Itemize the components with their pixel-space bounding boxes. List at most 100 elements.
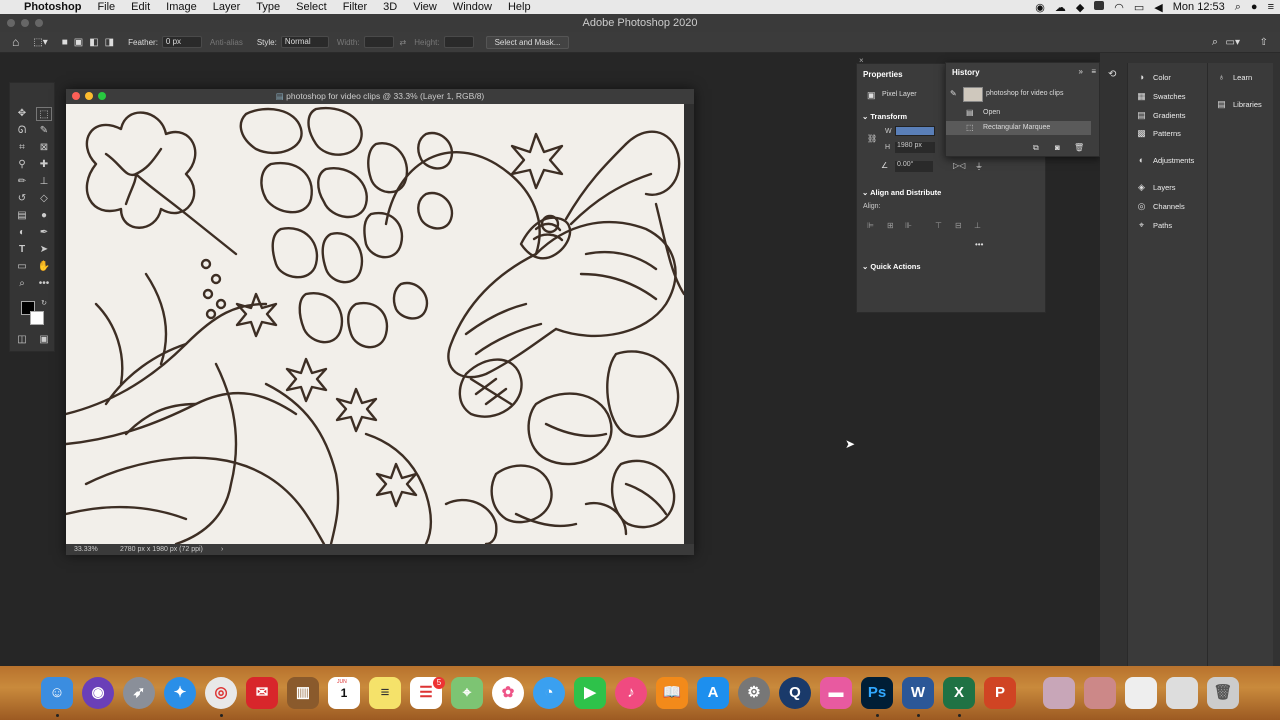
paths-panel-item[interactable]: ⌖ Paths <box>1136 220 1172 230</box>
align-section-toggle[interactable]: ⌄ Align and Distribute <box>862 188 941 197</box>
clock[interactable]: Mon 12:53 <box>1173 1 1225 13</box>
app-store-icon[interactable]: A <box>697 677 729 709</box>
notebook-icon[interactable]: ▥ <box>287 677 319 709</box>
rectangle-tool-icon[interactable]: ▭ <box>14 260 30 274</box>
blur-tool-icon[interactable]: ● <box>36 209 52 223</box>
share-icon[interactable]: ⇧ <box>1260 37 1268 48</box>
more-tools-icon[interactable]: ••• <box>36 277 52 291</box>
path-selection-tool-icon[interactable]: ➤ <box>36 243 52 257</box>
notes-icon[interactable]: ≡ <box>369 677 401 709</box>
close-window-icon[interactable] <box>7 19 15 27</box>
launchpad-icon[interactable]: ➶ <box>123 677 155 709</box>
folder-icon[interactable]: ▬ <box>820 677 852 709</box>
menu-filter[interactable]: Filter <box>335 1 375 13</box>
zoom-doc-icon[interactable] <box>98 92 106 100</box>
facetime-icon[interactable]: ▶ <box>574 677 606 709</box>
link-dimensions-icon[interactable]: ⛓ <box>867 134 877 143</box>
dropbox-icon[interactable]: ◆ <box>1076 1 1084 14</box>
layers-panel-item[interactable]: ◈ Layers <box>1136 182 1175 192</box>
safari-icon[interactable]: ✦ <box>164 677 196 709</box>
panel-collapse-icon[interactable]: » <box>1079 67 1083 76</box>
minimize-window-icon[interactable] <box>21 19 29 27</box>
photoshop-app-icon[interactable]: Ps <box>861 677 893 709</box>
height-input[interactable] <box>443 36 474 48</box>
volume-icon[interactable]: ◀ <box>1154 1 1162 14</box>
zoom-level[interactable]: 33.33% <box>74 544 98 555</box>
zoom-tool-icon[interactable]: ⌕ <box>14 277 30 291</box>
close-doc-icon[interactable] <box>72 92 80 100</box>
history-brush-tool-icon[interactable]: ↺ <box>14 192 30 206</box>
rectangular-marquee-tool-icon[interactable]: ⬚ <box>36 107 52 121</box>
siri-icon[interactable]: ◉ <box>82 677 114 709</box>
quick-actions-toggle[interactable]: ⌄ Quick Actions <box>862 262 921 271</box>
width-field[interactable] <box>895 126 935 136</box>
user-icon[interactable]: ● <box>1251 1 1258 13</box>
properties-tab[interactable]: Properties <box>863 70 903 79</box>
learn-panel-item[interactable]: ♁ Learn <box>1216 72 1252 82</box>
home-icon[interactable]: ⌂ <box>12 35 19 49</box>
menu-help[interactable]: Help <box>500 1 539 13</box>
menu-image[interactable]: Image <box>158 1 205 13</box>
search-icon[interactable]: ⌕ <box>1212 36 1218 49</box>
background-color-swatch[interactable] <box>30 311 44 325</box>
mail-icon[interactable]: ✉ <box>246 677 278 709</box>
adjustments-panel-item[interactable]: ◐ Adjustments <box>1136 155 1195 165</box>
recent-file-3-icon[interactable] <box>1125 677 1157 709</box>
align-middle-v-icon[interactable]: ⊟ <box>955 221 962 230</box>
battery-icon[interactable] <box>1094 1 1105 13</box>
new-snapshot-icon[interactable]: ◙ <box>1055 143 1060 152</box>
powerpoint-icon[interactable]: P <box>984 677 1016 709</box>
healing-brush-tool-icon[interactable]: ✚ <box>36 158 52 172</box>
lasso-tool-icon[interactable]: ᘏ <box>14 124 30 138</box>
menu-edit[interactable]: Edit <box>123 1 158 13</box>
menu-type[interactable]: Type <box>248 1 288 13</box>
flip-vertical-icon[interactable]: ⏚ <box>975 161 983 172</box>
books-icon[interactable]: 📖 <box>656 677 688 709</box>
wifi-icon[interactable]: ◠ <box>1114 1 1124 14</box>
transform-section-toggle[interactable]: ⌄ Transform <box>862 112 907 121</box>
color-panel-item[interactable]: ◑ Color <box>1136 72 1171 82</box>
flip-horizontal-icon[interactable]: ▷◁ <box>953 161 965 170</box>
delete-state-icon[interactable]: 🗑 <box>1074 143 1084 152</box>
align-top-icon[interactable]: ⊤ <box>935 221 942 230</box>
antialias-checkbox[interactable]: Anti-alias <box>210 38 243 47</box>
swap-colors-icon[interactable]: ↻ <box>36 297 52 311</box>
dodge-tool-icon[interactable]: ◐ <box>14 226 30 240</box>
style-select[interactable]: Normal <box>280 36 329 48</box>
photos-icon[interactable]: ✿ <box>492 677 524 709</box>
eraser-tool-icon[interactable]: ◇ <box>36 192 52 206</box>
add-selection-icon[interactable]: ▣ <box>74 37 83 48</box>
angle-field[interactable]: 0.00° <box>895 161 933 172</box>
finder-icon[interactable]: ☺ <box>41 677 73 709</box>
gradient-tool-icon[interactable]: ▤ <box>14 209 30 223</box>
new-selection-icon[interactable]: ■ <box>62 37 68 48</box>
document-canvas[interactable] <box>66 104 684 544</box>
history-panel-icon[interactable]: ⟲ <box>1108 69 1116 80</box>
intersect-selection-icon[interactable]: ◨ <box>105 37 114 48</box>
recent-file-4-icon[interactable] <box>1166 677 1198 709</box>
align-bottom-icon[interactable]: ⊥ <box>974 221 981 230</box>
history-state-open[interactable]: ▤ Open <box>946 106 1091 120</box>
system-preferences-icon[interactable]: ⚙ <box>738 677 770 709</box>
height-field[interactable]: 1980 px <box>895 142 935 153</box>
quick-selection-tool-icon[interactable]: ✎ <box>36 124 52 138</box>
align-right-icon[interactable]: ⊪ <box>905 221 912 230</box>
status-menu-arrow-icon[interactable]: › <box>221 544 223 555</box>
crop-tool-icon[interactable]: ⌗ <box>14 141 30 155</box>
subtract-selection-icon[interactable]: ◧ <box>89 37 98 48</box>
workspace-icon[interactable]: ▭▾ <box>1226 37 1240 48</box>
zoom-window-icon[interactable] <box>35 19 43 27</box>
itunes-icon[interactable]: ♪ <box>615 677 647 709</box>
quicktime-icon[interactable]: Q <box>779 677 811 709</box>
gradients-panel-item[interactable]: ▤ Gradients <box>1136 110 1185 120</box>
record-icon[interactable]: ◉ <box>1035 1 1045 14</box>
align-left-icon[interactable]: ⊫ <box>867 221 874 230</box>
messages-icon[interactable]: ◔ <box>533 677 565 709</box>
close-panel-icon[interactable]: × <box>859 56 864 65</box>
panel-menu-icon[interactable]: ≡ <box>1091 67 1096 76</box>
recent-file-2-icon[interactable] <box>1084 677 1116 709</box>
display-icon[interactable]: ▭ <box>1134 1 1144 14</box>
maps-icon[interactable]: ⌖ <box>451 677 483 709</box>
menu-app-name[interactable]: Photoshop <box>16 1 89 13</box>
patterns-panel-item[interactable]: ▩ Patterns <box>1136 128 1181 138</box>
